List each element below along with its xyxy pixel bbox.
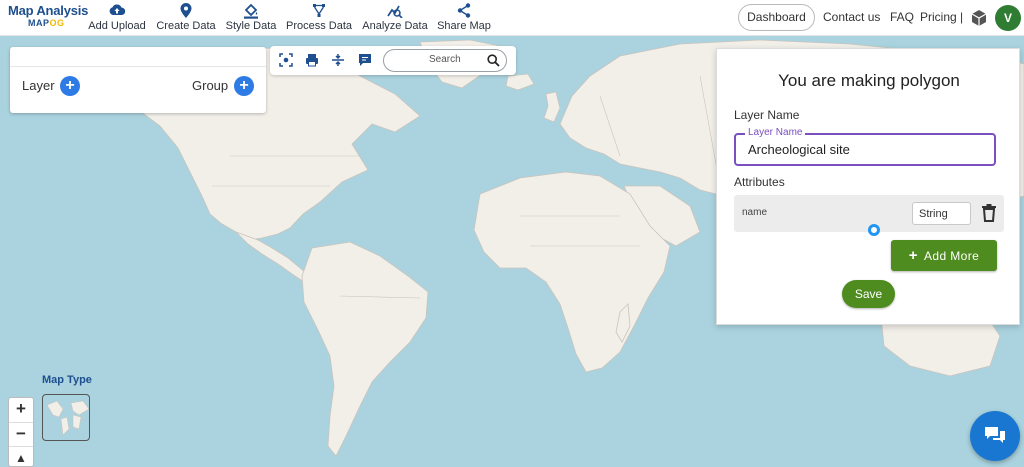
zoom-control: + − ▲: [8, 397, 34, 467]
nav-label: Add Upload: [88, 20, 146, 32]
measure-icon[interactable]: [331, 53, 345, 67]
attribute-type-select[interactable]: String: [912, 202, 971, 225]
attribute-name-field[interactable]: name: [742, 207, 767, 218]
pricing-link[interactable]: Pricing |: [920, 10, 963, 24]
search-icon[interactable]: [487, 54, 500, 67]
compass-icon[interactable]: ▲: [9, 446, 33, 467]
logo-title: Map Analysis: [8, 3, 89, 18]
plus-icon: +: [908, 247, 918, 264]
dashboard-button[interactable]: Dashboard: [738, 4, 815, 31]
layer-name-label: Layer Name: [734, 108, 800, 122]
layer-label: Layer: [22, 78, 55, 93]
nav-label: Create Data: [156, 20, 216, 32]
chat-button[interactable]: [970, 411, 1020, 461]
nav-label: Share Map: [437, 20, 491, 32]
zoom-out-button[interactable]: −: [9, 422, 33, 445]
nav-create-data[interactable]: Create Data: [156, 3, 216, 33]
group-label: Group: [192, 78, 229, 93]
attributes-label: Attributes: [734, 175, 785, 189]
user-avatar[interactable]: V: [995, 5, 1021, 31]
add-more-button[interactable]: + Add More: [891, 240, 997, 271]
analyze-icon: [362, 3, 428, 19]
add-group-button[interactable]: +: [234, 76, 254, 96]
nav-analyze-data[interactable]: Analyze Data: [362, 3, 428, 33]
cube-icon[interactable]: [970, 9, 988, 27]
map-type-thumbnail[interactable]: [42, 394, 90, 441]
dialog-title: You are making polygon: [778, 71, 960, 90]
chat-icon: [983, 425, 1007, 452]
search-placeholder: Search: [429, 54, 461, 65]
nav-process-data[interactable]: Process Data: [286, 3, 352, 33]
attribute-row: name String: [734, 195, 1004, 236]
share-icon: [436, 3, 492, 19]
nav-add-upload[interactable]: Add Upload: [88, 3, 146, 33]
contact-us-link[interactable]: Contact us: [823, 10, 880, 24]
nav-style-data[interactable]: Style Data: [225, 3, 277, 33]
nav-label: Style Data: [225, 20, 277, 32]
nav-share-map[interactable]: Share Map: [436, 3, 492, 33]
faq-link[interactable]: FAQ: [890, 10, 914, 24]
print-icon[interactable]: [305, 53, 319, 67]
fit-extent-icon[interactable]: [279, 53, 293, 67]
nav-label: Process Data: [286, 20, 353, 32]
paint-bucket-icon: [225, 3, 277, 19]
logo-subtitle: MAPOG: [28, 18, 65, 28]
panel-divider: [10, 66, 266, 67]
trash-icon[interactable]: [981, 204, 997, 222]
layer-group-panel: Layer + Group +: [10, 47, 266, 113]
map-pin-icon: [156, 3, 216, 19]
add-layer-button[interactable]: +: [60, 76, 80, 96]
map-type-label: Map Type: [42, 374, 92, 386]
layer-name-input[interactable]: Layer Name Archeological site: [734, 127, 996, 166]
map-toolbar: Search: [270, 46, 516, 75]
polygon-dialog: You are making polygon Layer Name Layer …: [716, 48, 1020, 325]
zoom-in-button[interactable]: +: [9, 398, 33, 421]
save-button[interactable]: Save: [842, 280, 895, 308]
cursor-indicator: [868, 224, 880, 236]
cloud-upload-icon: [88, 3, 146, 19]
comment-icon[interactable]: [358, 53, 372, 67]
layer-name-floating-label: Layer Name: [745, 127, 806, 138]
vector-path-icon: [286, 3, 352, 19]
layer-name-value: Archeological site: [748, 142, 850, 157]
app-logo[interactable]: Map Analysis MAPOG: [8, 3, 89, 33]
nav-label: Analyze Data: [362, 20, 428, 32]
top-navigation-bar: Map Analysis MAPOG Add Upload Create Dat…: [0, 0, 1024, 36]
search-input[interactable]: Search: [383, 49, 507, 72]
